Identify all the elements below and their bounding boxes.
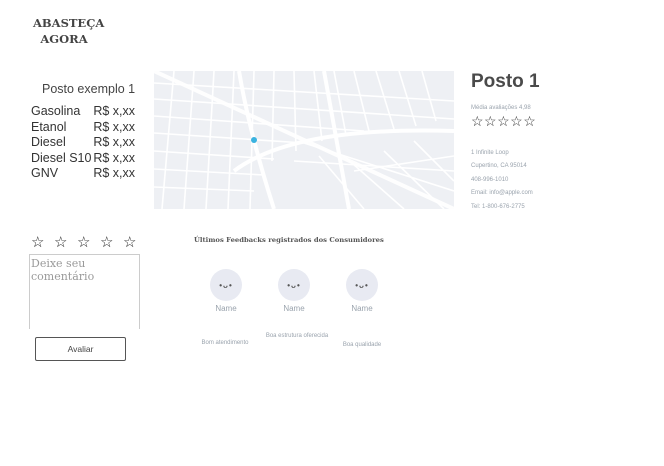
phone: 408-996-1010 [471,176,509,183]
fuel-price-row: Diesel R$ x,xx [31,135,135,151]
feedback-text: Boa estrutura oferecida [265,333,329,339]
feedback-card: •ᴗ• Name [196,269,256,313]
fuel-price: R$ x,xx [93,119,135,134]
comment-input[interactable] [29,254,140,329]
map-streets [154,71,454,209]
fuel-price-list: Gasolina R$ x,xx Etanol R$ x,xx Diesel R$ x… [31,104,135,182]
fuel-name: Diesel [31,135,66,149]
feedback-text: Bom atendimento [201,340,249,346]
fuel-price: R$ x,xx [93,135,135,149]
avatar: •ᴗ• [346,269,378,301]
fuel-price-row: GNV R$ x,xx [31,166,135,182]
station-contact: 1 Infinite Loop Cupertino, CA 95014 408-… [471,147,533,214]
fuel-price-row: Etanol R$ x,xx [31,120,135,136]
map-pin[interactable] [251,137,257,143]
feedbacks-title: Últimos Feedbacks registrados dos Consum… [194,236,384,244]
fuel-price-row: Diesel S10 R$ x,xx [31,151,135,167]
avatar: •ᴗ• [210,269,242,301]
fuel-name: Diesel S10 [31,150,92,165]
fuel-name: Gasolina [31,104,81,118]
feedback-card: •ᴗ• Name [332,269,392,313]
fuel-name: Etanol [31,119,67,134]
telephone: Tel: 1-800-676-2775 [471,203,525,210]
star-icon[interactable]: ☆ [54,233,77,251]
star-icon[interactable]: ☆ [77,233,100,251]
average-rating-label: Média avaliações 4,98 [471,105,531,111]
fuel-price: R$ x,xx [93,104,135,118]
address-line-1: 1 Infinite Loop [471,150,509,156]
fuel-price-row: Gasolina R$ x,xx [31,104,135,120]
logo-line-1: ABASTEÇA [33,16,105,30]
fuel-price: R$ x,xx [93,166,135,180]
logo-line-2: AGORA [40,32,88,46]
average-rating-stars: ☆☆☆☆☆ [471,113,537,129]
station-map[interactable] [154,71,454,209]
feedback-name: Name [351,304,373,313]
rating-stars: ☆ ☆ ☆ ☆ ☆ [31,233,146,251]
feedback-name: Name [215,304,237,313]
feedback-name: Name [283,304,305,313]
fuel-name: GNV [31,166,59,180]
avatar: •ᴗ• [278,269,310,301]
address-line-2: Cupertino, CA 95014 [471,163,527,170]
feedback-card: •ᴗ• Name [264,269,324,313]
star-icon[interactable]: ☆ [31,233,54,251]
email: Email: info@apple.com [471,190,533,197]
star-icon[interactable]: ☆ [123,233,146,251]
fuel-price: R$ x,xx [93,150,135,165]
feedback-text: Boa qualidade [342,342,382,348]
price-panel-title: Posto exemplo 1 [42,82,136,96]
star-icon[interactable]: ☆ [100,233,123,251]
station-title: Posto 1 [471,71,540,92]
submit-rating-button[interactable]: Avaliar [35,337,126,361]
app-logo[interactable]: ABASTEÇA AGORA [33,15,105,47]
